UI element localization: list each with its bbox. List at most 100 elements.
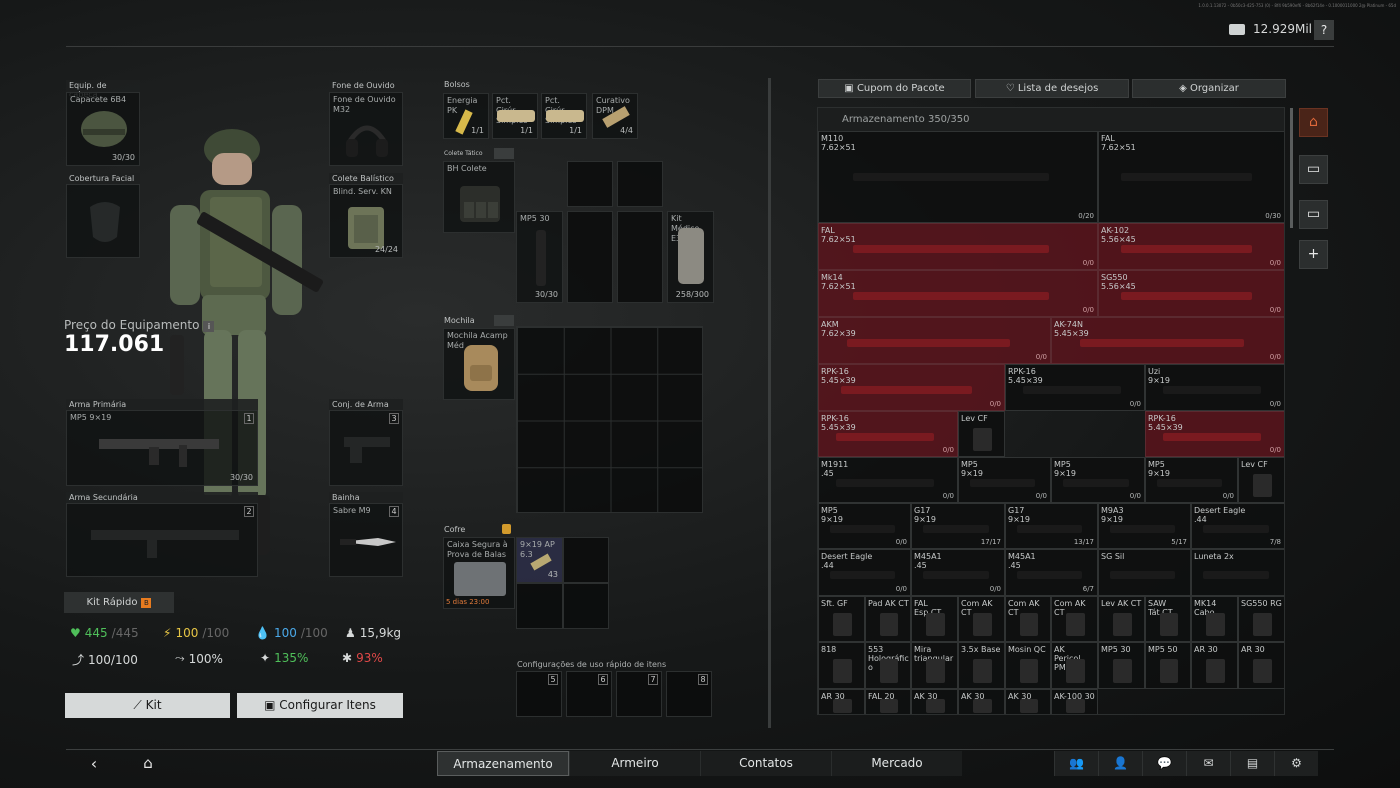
stash-item[interactable]: Mira triangular bbox=[911, 642, 958, 689]
stash-item[interactable]: Pad AK CT bbox=[865, 596, 911, 642]
stash-item[interactable]: M110 7.62×51 0/20 bbox=[818, 131, 1098, 223]
chat-icon[interactable]: 💬 bbox=[1142, 751, 1186, 776]
stash-item[interactable]: Desert Eagle .44 0/0 bbox=[818, 549, 911, 596]
stash-item[interactable]: AK 30 bbox=[911, 689, 958, 714]
quick-slot-6[interactable]: 6 bbox=[566, 671, 612, 717]
friends-icon[interactable]: 👥 bbox=[1054, 751, 1098, 776]
stash-item[interactable]: Uzi 9×19 0/0 bbox=[1145, 364, 1284, 411]
home-nav-icon[interactable]: ⌂ bbox=[136, 751, 160, 776]
stash-item[interactable]: G17 9×19 13/17 bbox=[1005, 503, 1098, 549]
stash-item[interactable]: MP5 9×19 0/0 bbox=[1051, 457, 1145, 503]
secure-cell[interactable] bbox=[563, 537, 609, 583]
stash-tab-home[interactable]: ⌂ bbox=[1299, 108, 1328, 137]
stash-item[interactable]: FAL 20 bbox=[865, 689, 911, 714]
stash-item[interactable]: Luneta 2x bbox=[1191, 549, 1284, 596]
tasks-icon[interactable]: ▤ bbox=[1230, 751, 1274, 776]
stash-item[interactable]: Desert Eagle .44 7/8 bbox=[1191, 503, 1284, 549]
headwear-slot[interactable]: Capacete 6B4 30/30 bbox=[66, 92, 140, 166]
rig-cell[interactable] bbox=[567, 211, 613, 303]
configure-items-button[interactable]: ▣ Configurar Itens bbox=[237, 693, 403, 718]
stash-item[interactable]: AK-102 5.56×45 0/0 bbox=[1098, 223, 1284, 270]
stash-item[interactable]: RPK-16 5.45×39 0/0 bbox=[818, 411, 958, 457]
settings-gear-icon[interactable]: ⚙ bbox=[1274, 751, 1318, 776]
stash-item[interactable]: AR 30 bbox=[1238, 642, 1284, 689]
backpack-options-icon[interactable] bbox=[494, 315, 514, 326]
stash-item[interactable]: SG Sil bbox=[1098, 549, 1191, 596]
stash-item[interactable]: MP5 9×19 0/0 bbox=[818, 503, 911, 549]
stash-item[interactable]: FAL Esp CT bbox=[911, 596, 958, 642]
stash-item[interactable]: AK 30 bbox=[1005, 689, 1051, 714]
stash-item[interactable]: MP5 50 bbox=[1145, 642, 1191, 689]
pocket-slot-1[interactable]: Energia PK 1/1 bbox=[443, 93, 489, 139]
stash-item[interactable]: Com AK CT bbox=[1005, 596, 1051, 642]
rig-cell[interactable] bbox=[617, 161, 663, 207]
stash-item[interactable]: M9A3 9×19 5/17 bbox=[1098, 503, 1191, 549]
stash-item[interactable]: SAW Tát CT bbox=[1145, 596, 1191, 642]
stash-item[interactable]: AR 30 bbox=[818, 689, 865, 714]
stash-item[interactable]: MK14 Cabo bbox=[1191, 596, 1238, 642]
rig-medkit-slot[interactable]: Kit Médico E3 258/300 bbox=[667, 211, 714, 303]
holster-slot[interactable]: 3 bbox=[329, 410, 403, 486]
stash-item[interactable]: MP5 9×19 0/0 bbox=[1145, 457, 1238, 503]
stash-item[interactable]: Mk14 7.62×51 0/0 bbox=[818, 270, 1098, 317]
stash-item[interactable]: AR 30 bbox=[1191, 642, 1238, 689]
add-tab-button[interactable]: + bbox=[1299, 240, 1328, 269]
kit-rapido-button[interactable]: Kit Rápido B bbox=[64, 592, 174, 613]
secondary-weapon-slot[interactable]: 2 bbox=[66, 503, 258, 577]
stash-item[interactable]: 3.5x Base bbox=[958, 642, 1005, 689]
rig-mag-slot[interactable]: MP5 30 30/30 bbox=[516, 211, 563, 303]
stash-item[interactable]: AK-100 30 bbox=[1051, 689, 1098, 714]
stash-item[interactable]: M1911 .45 0/0 bbox=[818, 457, 958, 503]
armor-slot[interactable]: Blind. Serv. KN 24/24 bbox=[329, 184, 403, 258]
stash-item[interactable]: 553 Holográfic o bbox=[865, 642, 911, 689]
stash-item[interactable]: RPK-16 5.45×39 0/0 bbox=[1145, 411, 1284, 457]
stash-item[interactable]: Lev CF bbox=[1238, 457, 1284, 503]
stash-item[interactable]: Sft. GF bbox=[818, 596, 865, 642]
stash-item[interactable]: SG550 RG bbox=[1238, 596, 1284, 642]
earpiece-slot[interactable]: Fone de Ouvido M32 bbox=[329, 92, 403, 166]
stash-item[interactable]: Com AK CT bbox=[958, 596, 1005, 642]
rig-cell[interactable] bbox=[567, 161, 613, 207]
stash-item[interactable]: Com AK CT bbox=[1051, 596, 1098, 642]
facecover-slot[interactable] bbox=[66, 184, 140, 258]
help-button[interactable]: ? bbox=[1314, 20, 1334, 40]
backpack-slot[interactable]: Mochila Acamp Méd bbox=[443, 328, 515, 400]
stash-item[interactable]: M45A1 .45 0/0 bbox=[911, 549, 1005, 596]
stash-tab-3[interactable]: ▭ bbox=[1299, 200, 1328, 229]
stash-item[interactable]: AK Pericol PM bbox=[1051, 642, 1098, 689]
tab-mercado[interactable]: Mercado bbox=[831, 751, 962, 776]
back-icon[interactable]: ‹ bbox=[84, 751, 104, 776]
stash-tab-2[interactable]: ▭ bbox=[1299, 155, 1328, 184]
stash-item[interactable]: Lev CF bbox=[958, 411, 1005, 457]
center-scrollbar[interactable] bbox=[768, 78, 771, 728]
rig-cell[interactable] bbox=[617, 211, 663, 303]
secure-cell[interactable] bbox=[516, 583, 563, 629]
quick-slot-8[interactable]: 8 bbox=[666, 671, 712, 717]
stash-item[interactable]: AK-74N 5.45×39 0/0 bbox=[1051, 317, 1284, 364]
stash-item[interactable]: RPK-16 5.45×39 0/0 bbox=[818, 364, 1005, 411]
primary-weapon-slot[interactable]: MP5 9×19 1 30/30 bbox=[66, 410, 258, 486]
stash-item[interactable]: MP5 9×19 0/0 bbox=[958, 457, 1051, 503]
stash-scrollbar[interactable] bbox=[1290, 108, 1293, 228]
stash-item[interactable]: Lev AK CT bbox=[1098, 596, 1145, 642]
backpack-grid[interactable] bbox=[516, 326, 703, 513]
sheath-slot[interactable]: Sabre M9 4 bbox=[329, 503, 403, 577]
wishlist-button[interactable]: ♡ Lista de desejos bbox=[975, 79, 1129, 98]
stash-item[interactable]: AKM 7.62×39 0/0 bbox=[818, 317, 1051, 364]
pack-coupon-button[interactable]: ▣ Cupom do Pacote bbox=[818, 79, 971, 98]
secure-cell[interactable] bbox=[563, 583, 609, 629]
mail-icon[interactable]: ✉ bbox=[1186, 751, 1230, 776]
stash-item[interactable]: RPK-16 5.45×39 0/0 bbox=[1005, 364, 1145, 411]
stash-item[interactable]: FAL 7.62×51 0/0 bbox=[818, 223, 1098, 270]
rig-slot[interactable]: BH Colete bbox=[443, 161, 515, 233]
stash-item[interactable]: SG550 5.56×45 0/0 bbox=[1098, 270, 1284, 317]
info-icon[interactable]: i bbox=[203, 321, 215, 332]
stash-item[interactable]: Mosin QC bbox=[1005, 642, 1051, 689]
pocket-slot-4[interactable]: Curativo DPM 4/4 bbox=[592, 93, 638, 139]
stash-item[interactable]: 818 bbox=[818, 642, 865, 689]
stash-item[interactable]: AK 30 bbox=[958, 689, 1005, 714]
pocket-slot-3[interactable]: Pct. Cirúr. Simples 1/1 bbox=[541, 93, 587, 139]
profile-icon[interactable]: 👤 bbox=[1098, 751, 1142, 776]
stash-item[interactable]: M45A1 .45 6/7 bbox=[1005, 549, 1098, 596]
kit-button[interactable]: ⟋ Kit bbox=[65, 693, 230, 718]
